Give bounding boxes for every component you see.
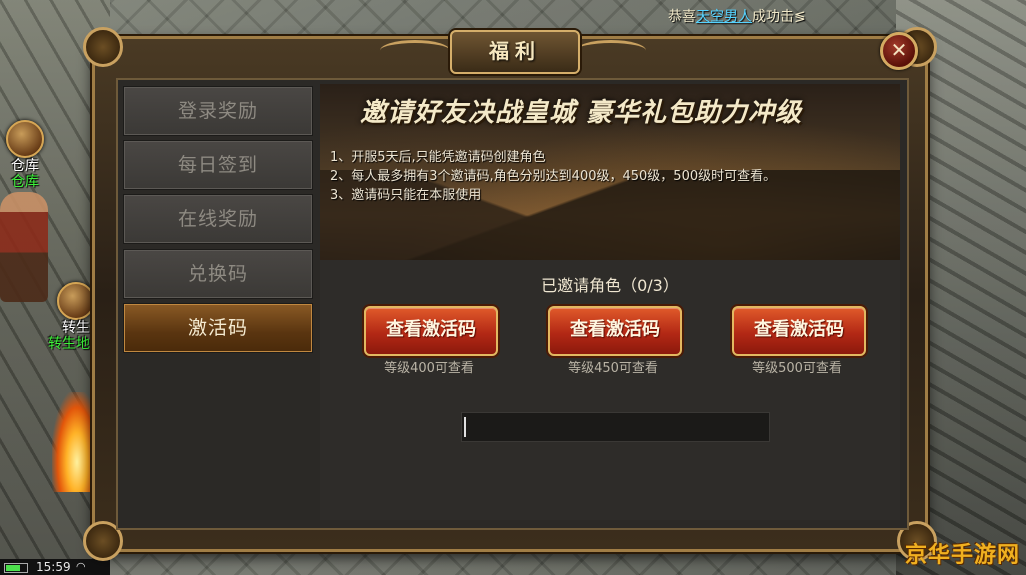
level-note-400: 等级400可查看 [384,361,474,376]
warehouse-label[interactable]: 仓库 [2,174,48,190]
corner-ornament-icon [83,27,123,67]
warehouse-title: 仓库 [11,158,39,174]
device-status-bar: 15:59 ◠ [0,559,110,575]
broadcast-marquee: 恭喜天空男人成功击≶ [668,6,843,28]
tab-redeem-code[interactable]: 兑换码 [123,249,313,299]
level-note-450: 等级450可查看 [568,361,658,376]
broadcast-suffix: 成功击≶ [752,9,806,25]
rule-line-3: 3、邀请码只能在本服使用 [330,188,482,203]
broadcast-player-name[interactable]: 天空男人 [696,9,752,25]
close-icon[interactable]: ✕ [891,38,908,62]
invited-count: 已邀请角色（0/3） [541,276,679,295]
tab-activation-code[interactable]: 激活码 [123,303,313,353]
banner-title: 邀请好友决战皇城 豪华礼包助力冲级 [360,98,803,128]
treasure-chest-icon[interactable] [6,120,44,158]
text-cursor [464,417,466,437]
view-code-button-450[interactable]: 查看激活码 [548,306,682,356]
tab-login-reward[interactable]: 登录奖励 [123,86,313,136]
tab-daily-checkin[interactable]: 每日签到 [123,140,313,190]
clock: 15:59 [36,560,71,574]
title-ornament-right [576,40,646,61]
panel-title: 福利 [450,30,580,74]
rebirth-emblem-icon[interactable] [57,282,95,320]
view-code-button-400[interactable]: 查看激活码 [364,306,498,356]
rule-line-1: 1、开服5天后,只能凭邀请码创建角色 [330,150,546,165]
close-button[interactable]: ✕ [880,32,918,70]
view-code-button-500[interactable]: 查看激活码 [732,306,866,356]
rule-line-2: 2、每人最多拥有3个邀请码,角色分别达到400级，450级，500级时可查看。 [330,169,777,184]
warehouse-hud[interactable]: 仓库 仓库 [2,120,48,190]
title-ornament-left [380,40,450,61]
wifi-icon: ◠ [76,560,86,573]
battery-icon [4,563,28,573]
tab-online-reward[interactable]: 在线奖励 [123,194,313,244]
site-watermark: 京华手游网 [904,542,1020,567]
broadcast-prefix: 恭喜 [668,9,696,25]
activation-code-input[interactable] [461,412,770,442]
level-note-500: 等级500可查看 [752,361,842,376]
